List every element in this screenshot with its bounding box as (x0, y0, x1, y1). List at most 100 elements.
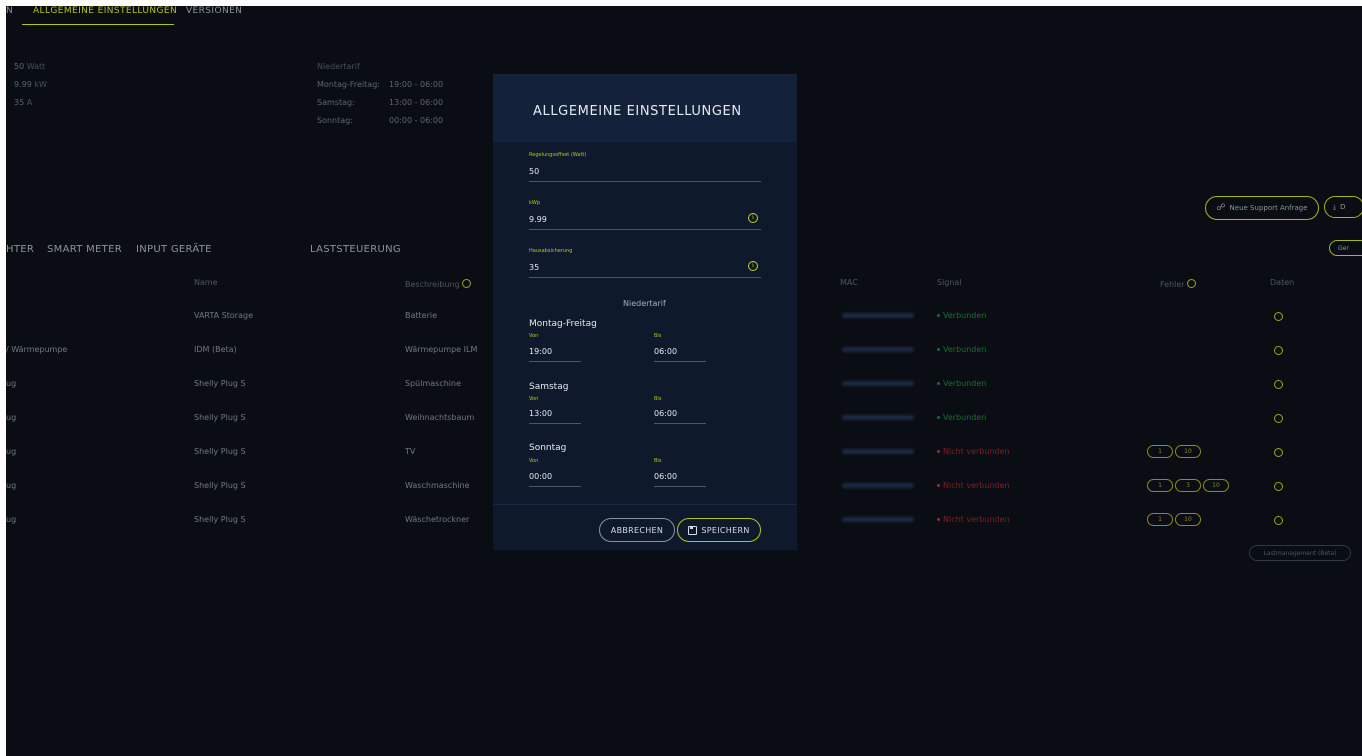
lastmanagement-button[interactable]: Lastmanagement (Beta) (1249, 545, 1351, 561)
row-type: ug (6, 379, 17, 388)
row-mac-blurred (842, 313, 914, 318)
header-beschreibung: Beschreibung (405, 278, 472, 289)
error-badge[interactable]: 1 (1147, 513, 1173, 526)
row-description: Batterie (405, 311, 438, 320)
kwp-underline (529, 229, 761, 230)
header-daten: Daten (1270, 278, 1295, 287)
header-signal: Signal (937, 278, 962, 287)
error-badge[interactable]: 10 (1175, 445, 1201, 458)
row-mac-blurred (842, 381, 914, 386)
header-fehler: Fehler (1160, 278, 1197, 289)
row-type: ug (6, 413, 17, 422)
saturday-von-underline (529, 423, 581, 424)
row-description: TV (405, 447, 416, 456)
offset-input[interactable]: 50 (529, 167, 539, 176)
tarif-label-sunday: Sonntag: (317, 116, 353, 125)
fuse-input[interactable]: 35 (529, 263, 539, 272)
modal-footer-divider (493, 504, 797, 505)
bis-label: Bis (654, 458, 662, 464)
active-tab-underline (22, 24, 174, 25)
kwp-info-icon[interactable]: i (748, 213, 758, 223)
weekday-von-underline (529, 361, 581, 362)
tarif-value-saturday: 13:00 - 06:00 (389, 98, 444, 107)
weekday-von-input[interactable]: 19:00 (529, 347, 552, 356)
sunday-bis-input[interactable]: 06:00 (654, 472, 677, 481)
row-name: VARTA Storage (194, 311, 253, 320)
weekday-bis-input[interactable]: 06:00 (654, 347, 677, 356)
status-dot (937, 382, 940, 385)
data-icon[interactable] (1274, 482, 1283, 491)
row-signal: Verbunden (937, 311, 986, 320)
subtab-wechselrichter[interactable]: HTER (6, 244, 34, 255)
status-dot (937, 518, 940, 521)
tarif-label-saturday: Samstag: (317, 98, 355, 107)
row-name: Shelly Plug S (194, 413, 246, 422)
saturday-bis-input[interactable]: 06:00 (654, 409, 677, 418)
niedertarif-heading: Niedertarif (623, 299, 666, 308)
row-description: Spülmaschine (405, 379, 461, 388)
error-badge[interactable]: 10 (1203, 479, 1229, 492)
save-button[interactable]: SPEICHERN (677, 518, 761, 542)
error-badge[interactable]: 3 (1175, 479, 1201, 492)
subtab-smart-meter[interactable]: SMART METER (47, 244, 122, 255)
row-signal: Verbunden (937, 345, 986, 354)
subtab-input-geraete[interactable]: INPUT GERÄTE (136, 244, 212, 255)
row-type: ug (6, 447, 17, 456)
summary-offset: 50 Watt (14, 62, 46, 71)
modal-header: ALLGEMEINE EINSTELLUNGEN (493, 74, 797, 142)
tarif-value-sunday: 00:00 - 06:00 (389, 116, 444, 125)
saturday-von-input[interactable]: 13:00 (529, 409, 552, 418)
tarif-title: Niedertarif (317, 62, 360, 71)
headset-icon: ☍ (1216, 203, 1226, 213)
data-icon[interactable] (1274, 346, 1283, 355)
settings-modal: ALLGEMEINE EINSTELLUNGEN Regelungsoffset… (493, 74, 797, 550)
row-mac-blurred (842, 415, 914, 420)
row-type: ug (6, 515, 17, 524)
row-description: Wäschetrockner (405, 515, 470, 524)
header-mac: MAC (840, 278, 858, 287)
status-dot (937, 348, 940, 351)
row-description: Wärmepumpe ILM (405, 345, 478, 354)
row-name: Shelly Plug S (194, 515, 246, 524)
row-mac-blurred (842, 347, 914, 352)
app-root: N ALLGEMEINE EINSTELLUNGEN VERSIONEN 50 … (6, 6, 1362, 756)
error-badge[interactable]: 1 (1147, 479, 1173, 492)
cancel-button[interactable]: ABBRECHEN (599, 518, 675, 542)
day-label-sunday: Sonntag (529, 443, 567, 453)
row-signal: Nicht verbunden (937, 447, 1010, 456)
summary-fuse: 35 A (14, 98, 33, 107)
save-icon (688, 525, 698, 535)
data-icon[interactable] (1274, 414, 1283, 423)
geraet-button[interactable]: Ger (1329, 240, 1362, 256)
status-dot (937, 450, 940, 453)
tarif-value-weekday: 19:00 - 06:00 (389, 80, 444, 89)
subtab-laststeuerung[interactable]: LASTSTEUERUNG (310, 244, 401, 255)
row-description: Weihnachtsbaum (405, 413, 475, 422)
row-mac-blurred (842, 483, 914, 488)
support-request-button[interactable]: ☍ Neue Support Anfrage (1205, 196, 1319, 220)
row-type: ug (6, 481, 17, 490)
bis-label: Bis (654, 396, 662, 402)
error-badge[interactable]: 10 (1175, 513, 1201, 526)
row-name: Shelly Plug S (194, 481, 246, 490)
von-label: Von (529, 333, 539, 339)
row-description: Waschmaschine (405, 481, 470, 490)
error-badge[interactable]: 1 (1147, 445, 1173, 458)
sunday-von-input[interactable]: 00:00 (529, 472, 552, 481)
fuse-info-icon[interactable]: i (748, 261, 758, 271)
row-signal: Nicht verbunden (937, 481, 1010, 490)
tab-versionen[interactable]: VERSIONEN (186, 6, 242, 16)
fuse-underline (529, 277, 761, 278)
data-icon[interactable] (1274, 312, 1283, 321)
data-icon[interactable] (1274, 448, 1283, 457)
download-button[interactable]: ⤓ D (1324, 196, 1362, 218)
tarif-label-weekday: Montag-Freitag: (317, 80, 380, 89)
tab-allgemeine-einstellungen[interactable]: ALLGEMEINE EINSTELLUNGEN (33, 6, 177, 16)
tab-partial[interactable]: N (6, 6, 13, 16)
data-icon[interactable] (1274, 380, 1283, 389)
row-signal: Verbunden (937, 379, 986, 388)
row-mac-blurred (842, 449, 914, 454)
offset-underline (529, 181, 761, 182)
data-icon[interactable] (1274, 516, 1283, 525)
kwp-input[interactable]: 9.99 (529, 215, 547, 224)
